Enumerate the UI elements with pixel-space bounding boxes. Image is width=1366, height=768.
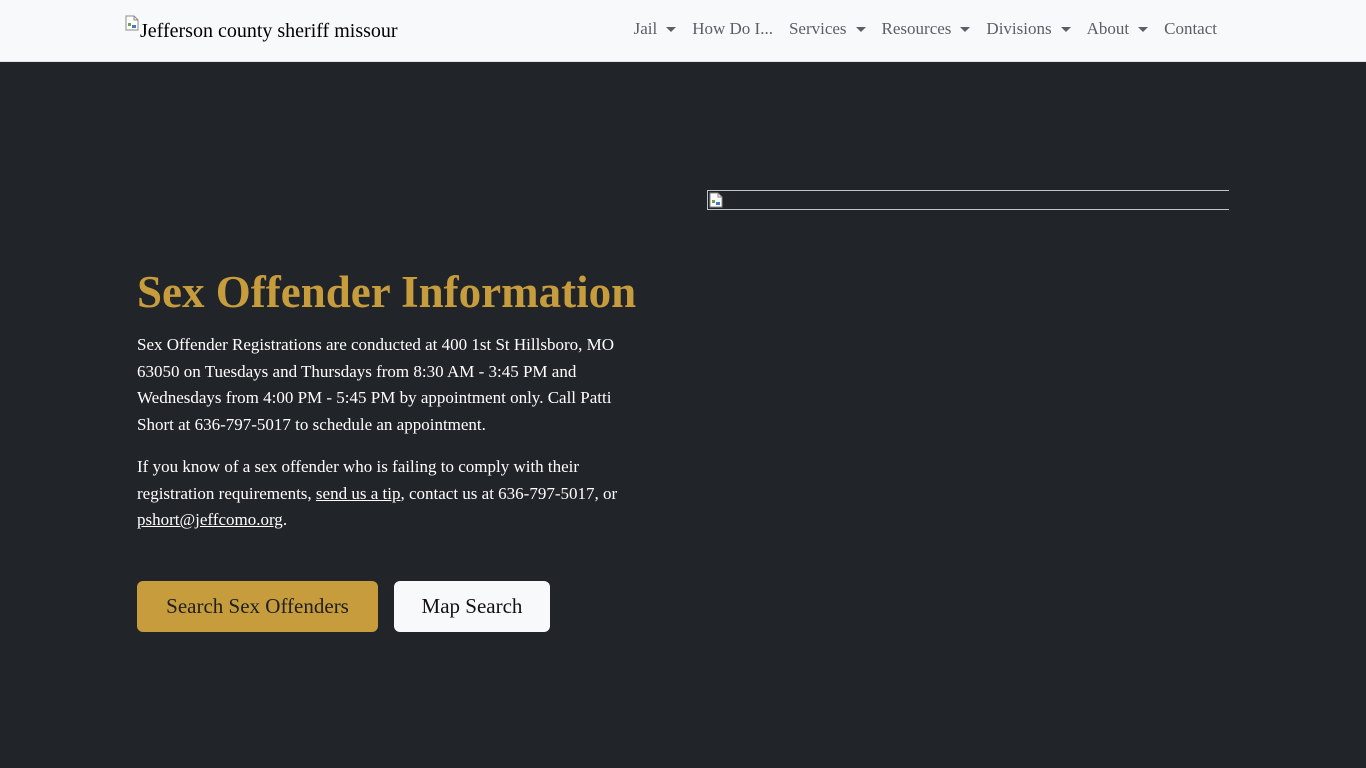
nav-label: Jail [633,19,658,38]
caret-down-icon [1060,26,1071,32]
nav-item-about[interactable]: About [1087,19,1149,39]
map-search-button[interactable]: Map Search [394,581,550,632]
tip-text-after: . [282,510,288,529]
nav-item-jail[interactable]: Jail [634,19,677,39]
brand-alt-text: Jefferson county sheriff missour [140,20,398,42]
nav-label: Contact [1164,19,1217,38]
caret-down-icon [1138,26,1149,32]
nav-item-resources[interactable]: Resources [882,19,971,39]
broken-image-icon [125,15,139,31]
brand-logo-link[interactable]: Jefferson county sheriff missour [125,15,398,41]
tip-text-middle: , contact us at 636-797-5017, or [400,483,618,503]
nav-label: About [1086,19,1130,38]
caret-down-icon [960,26,971,32]
nav-item-how-do-i[interactable]: How Do I... [692,19,773,39]
search-sex-offenders-button[interactable]: Search Sex Offenders [137,581,378,632]
nav-label: How Do I... [692,19,773,38]
hero-image-broken [707,190,1229,210]
caret-down-icon [666,26,677,32]
tip-info-paragraph: If you know of a sex offender who is fai… [137,454,647,534]
nav-label: Services [788,19,847,38]
nav-label: Divisions [986,19,1052,38]
top-navbar: Jefferson county sheriff missour Jail Ho… [0,0,1366,62]
nav-item-divisions[interactable]: Divisions [986,19,1071,39]
nav-label: Resources [881,19,952,38]
page-title: Sex Offender Information [137,267,637,317]
send-tip-link[interactable]: send us a tip [316,484,401,503]
email-link[interactable]: pshort@jeffcomo.org [137,510,283,529]
nav-item-services[interactable]: Services [789,19,866,39]
broken-image-icon [709,192,723,208]
nav-item-contact[interactable]: Contact [1164,19,1217,39]
main-nav: Jail How Do I... Services Resources Divi… [634,19,1217,39]
caret-down-icon [855,26,866,32]
registration-info-paragraph: Sex Offender Registrations are conducted… [137,335,615,434]
